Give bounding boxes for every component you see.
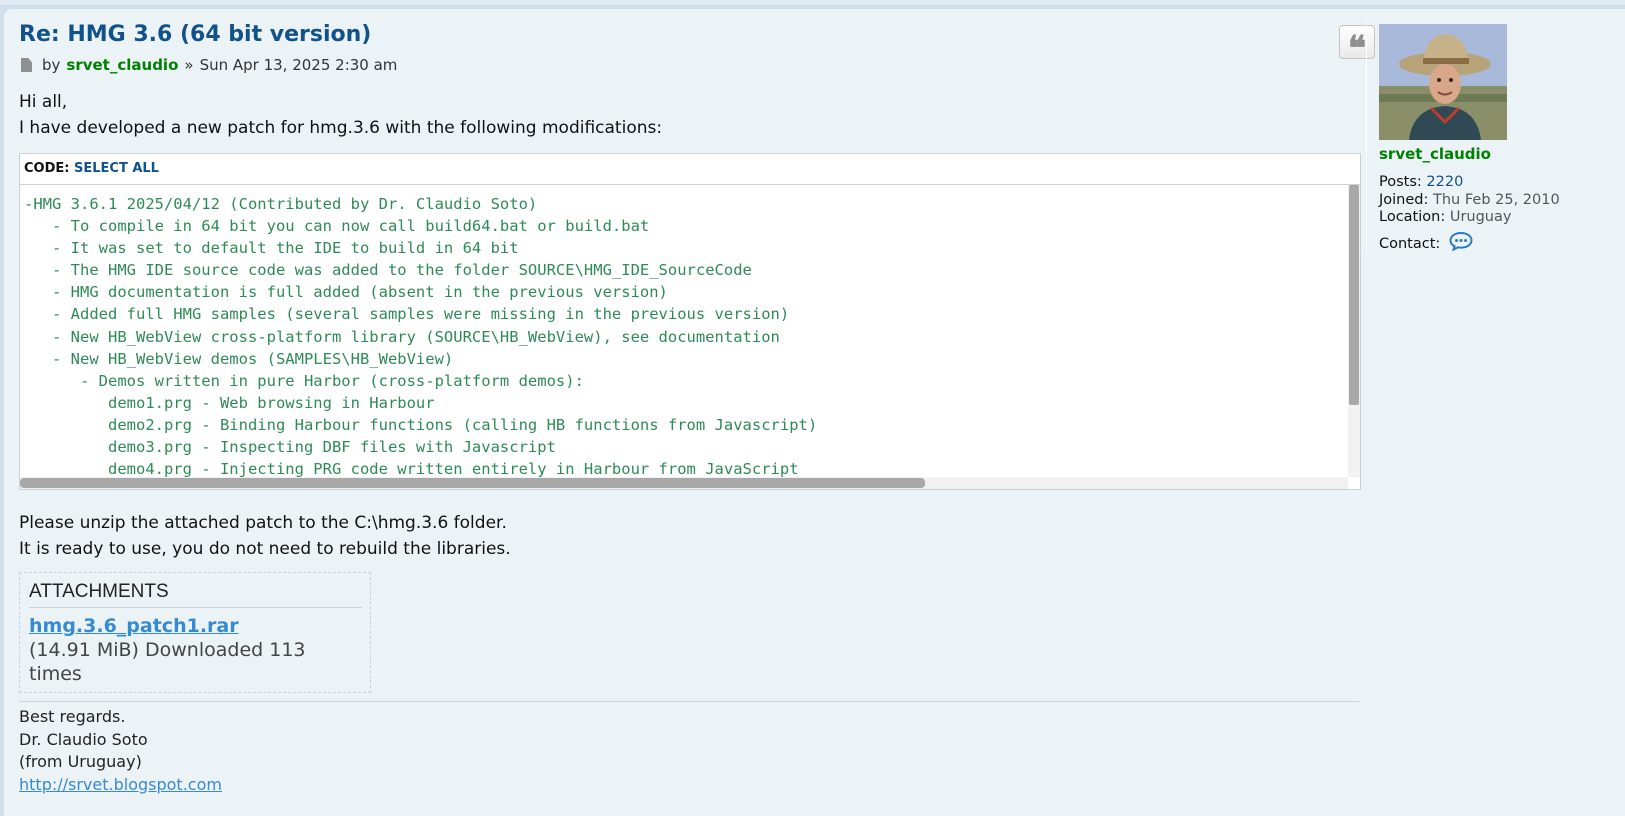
avatar[interactable] [1379, 24, 1507, 140]
quote-icon: ❝ [1347, 29, 1367, 69]
post-container: Re: HMG 3.6 (64 bit version) by srvet_cl… [4, 9, 1625, 816]
select-all-link[interactable]: SELECT ALL [74, 161, 159, 176]
code-label: CODE: [24, 161, 70, 176]
attachment-file-info: (14.91 MiB) Downloaded 113 times [29, 639, 306, 685]
author-link[interactable]: srvet_claudio [66, 55, 178, 75]
attachments-title: ATTACHMENTS [29, 581, 362, 608]
code-header: CODE: SELECT ALL [20, 154, 1360, 185]
location-value: Uruguay [1449, 209, 1512, 225]
post-content: Hi all, I have developed a new patch for… [19, 89, 1394, 693]
top-bar [0, 0, 1625, 6]
profile-posts: Posts: 2220 [1379, 174, 1625, 192]
horizontal-scrollbar[interactable] [20, 477, 1348, 489]
by-label: by [42, 56, 61, 74]
post-date: Sun Apr 13, 2025 2:30 am [199, 56, 398, 74]
attachment-file-link[interactable]: hmg.3.6_patch1.rar [29, 614, 362, 638]
code-box: CODE: SELECT ALL -HMG 3.6.1 2025/04/12 (… [19, 153, 1361, 490]
posts-count-link[interactable]: 2220 [1426, 174, 1463, 190]
author-profile: srvet_claudio Posts: 2220 Joined: Thu Fe… [1366, 21, 1625, 251]
profile-joined: Joined: Thu Feb 25, 2010 [1379, 192, 1625, 210]
speech-bubble-icon[interactable] [1449, 231, 1473, 257]
signature-line-2: Dr. Claudio Soto [19, 729, 148, 749]
after-line-1: Please unzip the attached patch to the C… [19, 513, 507, 533]
profile-username[interactable]: srvet_claudio [1379, 144, 1625, 164]
signature-link[interactable]: http://srvet.blogspot.com [19, 775, 222, 794]
location-label: Location: [1379, 209, 1446, 225]
vertical-scrollbar-thumb[interactable] [1349, 185, 1359, 405]
joined-label: Joined: [1379, 191, 1429, 208]
signature: Best regards. Dr. Claudio Soto (from Uru… [19, 701, 1359, 796]
meta-separator: » [184, 56, 194, 74]
code-text: -HMG 3.6.1 2025/04/12 (Contributed by Dr… [24, 195, 818, 479]
signature-line-1: Best regards. [19, 707, 126, 726]
profile-location: Location: Uruguay [1379, 209, 1625, 227]
attachments-box: ATTACHMENTS hmg.3.6_patch1.rar (14.91 Mi… [19, 572, 371, 693]
posts-label: Posts: [1379, 174, 1422, 190]
vertical-scrollbar[interactable] [1348, 185, 1360, 477]
post-title[interactable]: Re: HMG 3.6 (64 bit version) [19, 21, 371, 49]
horizontal-scrollbar-thumb[interactable] [20, 478, 925, 488]
intro-line-2: I have developed a new patch for hmg.3.6… [19, 118, 663, 138]
profile-details: Posts: 2220 Joined: Thu Feb 25, 2010 Loc… [1379, 174, 1625, 256]
post-body: Re: HMG 3.6 (64 bit version) by srvet_cl… [19, 21, 1394, 796]
joined-value: Thu Feb 25, 2010 [1433, 191, 1560, 208]
code-area[interactable]: -HMG 3.6.1 2025/04/12 (Contributed by Dr… [20, 185, 1360, 489]
intro-line-1: Hi all, [19, 92, 68, 112]
post-meta: by srvet_claudio » Sun Apr 13, 2025 2:30… [19, 55, 1394, 75]
avatar-image [1379, 24, 1507, 140]
after-line-2: It is ready to use, you do not need to r… [19, 539, 511, 559]
profile-contact: Contact: [1379, 231, 1625, 257]
signature-line-3: (from Uruguay) [19, 752, 142, 771]
contact-label: Contact: [1379, 235, 1441, 252]
page-icon[interactable] [21, 58, 32, 72]
post-after-text: Please unzip the attached patch to the C… [19, 510, 1394, 562]
